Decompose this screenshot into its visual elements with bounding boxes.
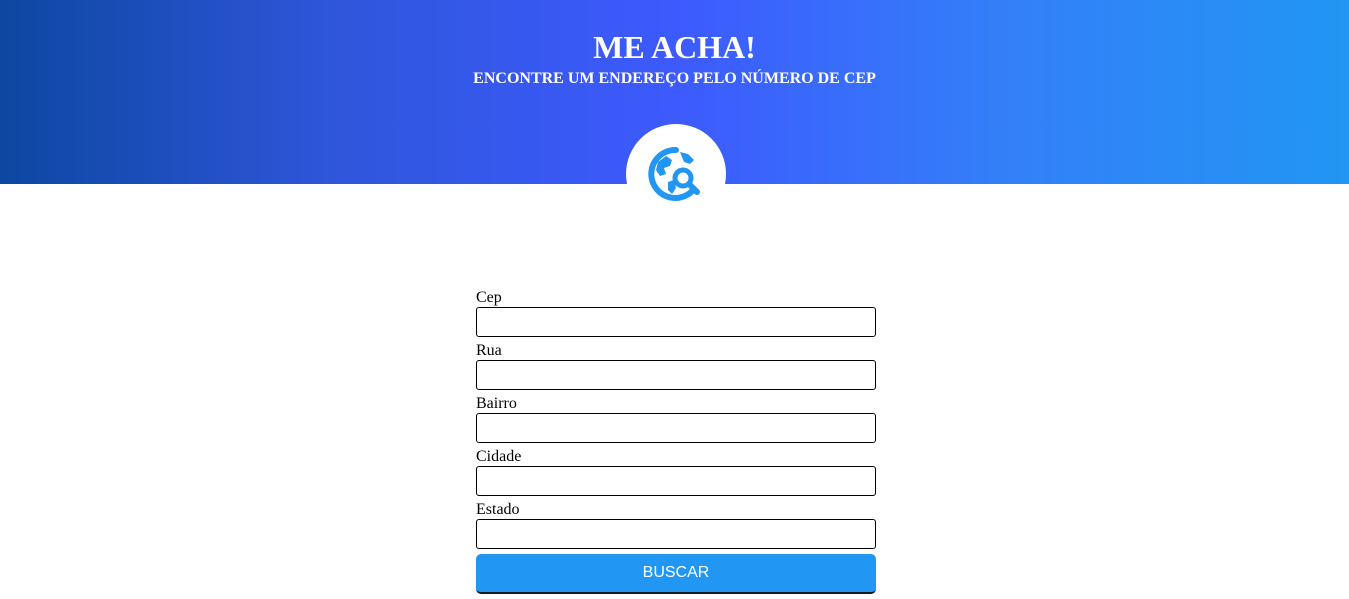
bairro-input[interactable] [476, 413, 876, 443]
globe-search-icon [648, 146, 700, 201]
rua-group: Rua [476, 342, 876, 395]
page-subtitle: ENCONTRE UM ENDEREÇO PELO NÚMERO DE CEP [473, 70, 876, 87]
cep-label: Cep [476, 289, 502, 306]
cidade-input[interactable] [476, 466, 876, 496]
page-title: ME ACHA! [593, 29, 756, 65]
cidade-group: Cidade [476, 448, 876, 501]
cidade-label: Cidade [476, 448, 522, 465]
address-form: Cep Rua Bairro Cidade Estado BUSCAR [476, 289, 876, 594]
bairro-label: Bairro [476, 395, 517, 412]
cep-input[interactable] [476, 307, 876, 337]
cep-group: Cep [476, 289, 876, 342]
bairro-group: Bairro [476, 395, 876, 448]
logo-badge [626, 124, 726, 224]
estado-label: Estado [476, 501, 520, 518]
estado-group: Estado [476, 501, 876, 554]
rua-input[interactable] [476, 360, 876, 390]
rua-label: Rua [476, 342, 502, 359]
estado-input[interactable] [476, 519, 876, 549]
search-button[interactable]: BUSCAR [476, 554, 876, 594]
